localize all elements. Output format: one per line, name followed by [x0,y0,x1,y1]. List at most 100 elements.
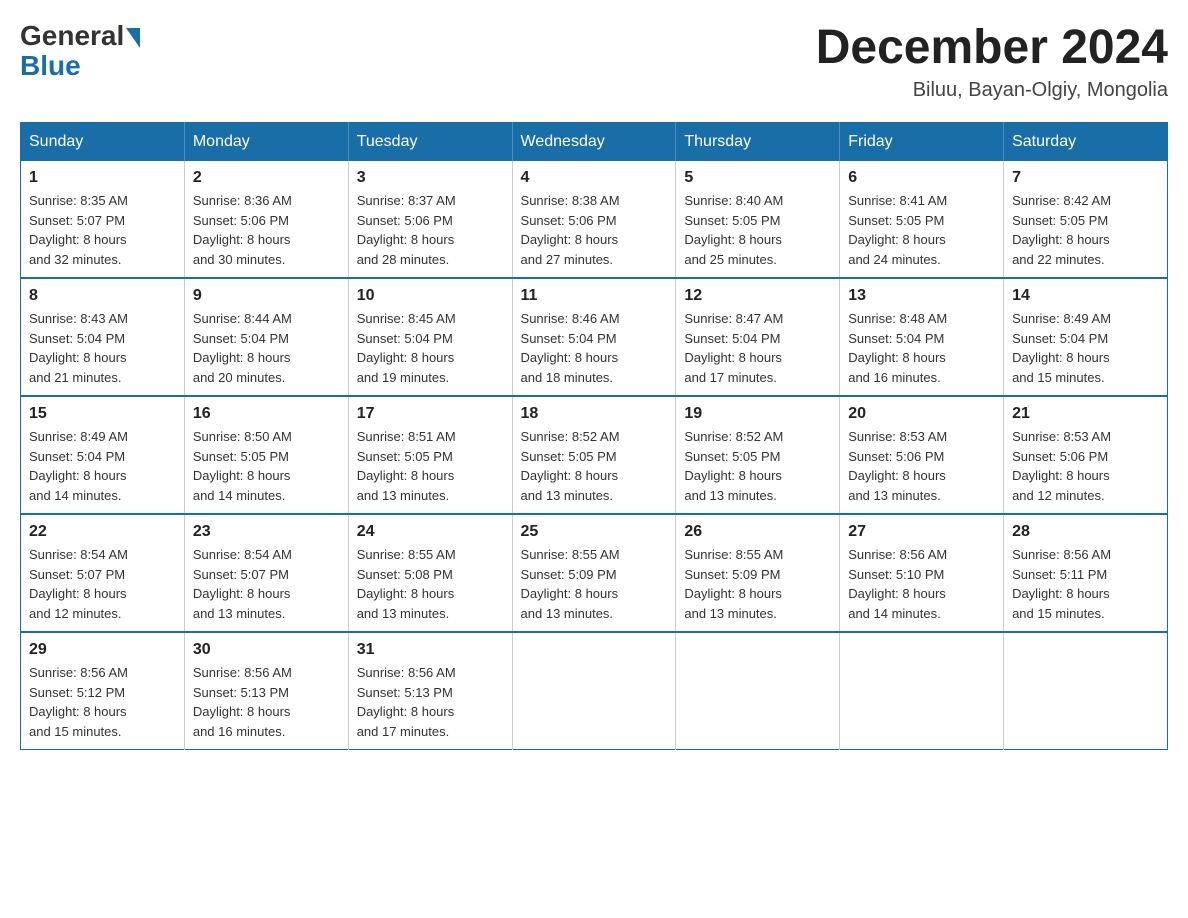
day-info: Sunrise: 8:37 AM Sunset: 5:06 PM Dayligh… [357,191,504,269]
day-info: Sunrise: 8:46 AM Sunset: 5:04 PM Dayligh… [521,309,668,387]
day-number: 1 [29,169,176,187]
day-info: Sunrise: 8:53 AM Sunset: 5:06 PM Dayligh… [1012,427,1159,505]
day-info: Sunrise: 8:56 AM Sunset: 5:12 PM Dayligh… [29,663,176,741]
table-row: 13 Sunrise: 8:48 AM Sunset: 5:04 PM Dayl… [840,278,1004,396]
location-subtitle: Biluu, Bayan-Olgiy, Mongolia [816,79,1168,102]
calendar-table: Sunday Monday Tuesday Wednesday Thursday… [20,122,1168,750]
day-number: 15 [29,405,176,423]
table-row: 27 Sunrise: 8:56 AM Sunset: 5:10 PM Dayl… [840,514,1004,632]
table-row: 29 Sunrise: 8:56 AM Sunset: 5:12 PM Dayl… [21,632,185,750]
day-number: 22 [29,523,176,541]
day-info: Sunrise: 8:49 AM Sunset: 5:04 PM Dayligh… [1012,309,1159,387]
day-info: Sunrise: 8:55 AM Sunset: 5:09 PM Dayligh… [521,545,668,623]
day-info: Sunrise: 8:44 AM Sunset: 5:04 PM Dayligh… [193,309,340,387]
day-info: Sunrise: 8:42 AM Sunset: 5:05 PM Dayligh… [1012,191,1159,269]
month-title: December 2024 [816,20,1168,75]
table-row: 26 Sunrise: 8:55 AM Sunset: 5:09 PM Dayl… [676,514,840,632]
table-row: 15 Sunrise: 8:49 AM Sunset: 5:04 PM Dayl… [21,396,185,514]
day-number: 31 [357,641,504,659]
day-info: Sunrise: 8:41 AM Sunset: 5:05 PM Dayligh… [848,191,995,269]
page-header: General Blue December 2024 Biluu, Bayan-… [20,20,1168,102]
table-row: 28 Sunrise: 8:56 AM Sunset: 5:11 PM Dayl… [1004,514,1168,632]
table-row: 22 Sunrise: 8:54 AM Sunset: 5:07 PM Dayl… [21,514,185,632]
calendar-week-3: 15 Sunrise: 8:49 AM Sunset: 5:04 PM Dayl… [21,396,1168,514]
calendar-week-5: 29 Sunrise: 8:56 AM Sunset: 5:12 PM Dayl… [21,632,1168,750]
day-info: Sunrise: 8:51 AM Sunset: 5:05 PM Dayligh… [357,427,504,505]
table-row: 24 Sunrise: 8:55 AM Sunset: 5:08 PM Dayl… [348,514,512,632]
day-number: 2 [193,169,340,187]
day-number: 5 [684,169,831,187]
day-number: 8 [29,287,176,305]
day-number: 12 [684,287,831,305]
table-row: 18 Sunrise: 8:52 AM Sunset: 5:05 PM Dayl… [512,396,676,514]
header-friday: Friday [840,123,1004,162]
day-info: Sunrise: 8:52 AM Sunset: 5:05 PM Dayligh… [521,427,668,505]
day-info: Sunrise: 8:47 AM Sunset: 5:04 PM Dayligh… [684,309,831,387]
table-row: 8 Sunrise: 8:43 AM Sunset: 5:04 PM Dayli… [21,278,185,396]
day-number: 13 [848,287,995,305]
day-info: Sunrise: 8:54 AM Sunset: 5:07 PM Dayligh… [29,545,176,623]
table-row: 4 Sunrise: 8:38 AM Sunset: 5:06 PM Dayli… [512,161,676,278]
table-row [1004,632,1168,750]
day-number: 24 [357,523,504,541]
day-number: 9 [193,287,340,305]
table-row: 11 Sunrise: 8:46 AM Sunset: 5:04 PM Dayl… [512,278,676,396]
logo: General Blue [20,20,140,80]
day-info: Sunrise: 8:38 AM Sunset: 5:06 PM Dayligh… [521,191,668,269]
day-number: 30 [193,641,340,659]
table-row: 17 Sunrise: 8:51 AM Sunset: 5:05 PM Dayl… [348,396,512,514]
day-number: 28 [1012,523,1159,541]
header-thursday: Thursday [676,123,840,162]
day-number: 29 [29,641,176,659]
day-number: 26 [684,523,831,541]
day-info: Sunrise: 8:53 AM Sunset: 5:06 PM Dayligh… [848,427,995,505]
header-tuesday: Tuesday [348,123,512,162]
table-row: 9 Sunrise: 8:44 AM Sunset: 5:04 PM Dayli… [184,278,348,396]
day-info: Sunrise: 8:55 AM Sunset: 5:09 PM Dayligh… [684,545,831,623]
day-number: 17 [357,405,504,423]
logo-arrow-icon [126,28,140,48]
calendar-week-1: 1 Sunrise: 8:35 AM Sunset: 5:07 PM Dayli… [21,161,1168,278]
header-monday: Monday [184,123,348,162]
day-info: Sunrise: 8:56 AM Sunset: 5:11 PM Dayligh… [1012,545,1159,623]
header-saturday: Saturday [1004,123,1168,162]
day-number: 27 [848,523,995,541]
title-section: December 2024 Biluu, Bayan-Olgiy, Mongol… [816,20,1168,102]
day-number: 3 [357,169,504,187]
day-info: Sunrise: 8:54 AM Sunset: 5:07 PM Dayligh… [193,545,340,623]
day-info: Sunrise: 8:48 AM Sunset: 5:04 PM Dayligh… [848,309,995,387]
table-row: 31 Sunrise: 8:56 AM Sunset: 5:13 PM Dayl… [348,632,512,750]
day-number: 7 [1012,169,1159,187]
calendar-week-2: 8 Sunrise: 8:43 AM Sunset: 5:04 PM Dayli… [21,278,1168,396]
day-number: 21 [1012,405,1159,423]
table-row: 30 Sunrise: 8:56 AM Sunset: 5:13 PM Dayl… [184,632,348,750]
table-row: 23 Sunrise: 8:54 AM Sunset: 5:07 PM Dayl… [184,514,348,632]
table-row: 25 Sunrise: 8:55 AM Sunset: 5:09 PM Dayl… [512,514,676,632]
day-info: Sunrise: 8:35 AM Sunset: 5:07 PM Dayligh… [29,191,176,269]
day-number: 18 [521,405,668,423]
day-number: 19 [684,405,831,423]
table-row: 16 Sunrise: 8:50 AM Sunset: 5:05 PM Dayl… [184,396,348,514]
day-number: 20 [848,405,995,423]
day-info: Sunrise: 8:56 AM Sunset: 5:13 PM Dayligh… [357,663,504,741]
day-info: Sunrise: 8:50 AM Sunset: 5:05 PM Dayligh… [193,427,340,505]
table-row: 21 Sunrise: 8:53 AM Sunset: 5:06 PM Dayl… [1004,396,1168,514]
day-number: 4 [521,169,668,187]
table-row: 6 Sunrise: 8:41 AM Sunset: 5:05 PM Dayli… [840,161,1004,278]
table-row: 14 Sunrise: 8:49 AM Sunset: 5:04 PM Dayl… [1004,278,1168,396]
table-row [676,632,840,750]
day-info: Sunrise: 8:55 AM Sunset: 5:08 PM Dayligh… [357,545,504,623]
day-info: Sunrise: 8:43 AM Sunset: 5:04 PM Dayligh… [29,309,176,387]
header-sunday: Sunday [21,123,185,162]
header-wednesday: Wednesday [512,123,676,162]
table-row: 5 Sunrise: 8:40 AM Sunset: 5:05 PM Dayli… [676,161,840,278]
table-row: 10 Sunrise: 8:45 AM Sunset: 5:04 PM Dayl… [348,278,512,396]
logo-blue-text: Blue [20,52,81,80]
logo-general-text: General [20,20,124,52]
day-number: 25 [521,523,668,541]
day-info: Sunrise: 8:56 AM Sunset: 5:13 PM Dayligh… [193,663,340,741]
day-number: 14 [1012,287,1159,305]
day-number: 10 [357,287,504,305]
day-number: 23 [193,523,340,541]
table-row [512,632,676,750]
